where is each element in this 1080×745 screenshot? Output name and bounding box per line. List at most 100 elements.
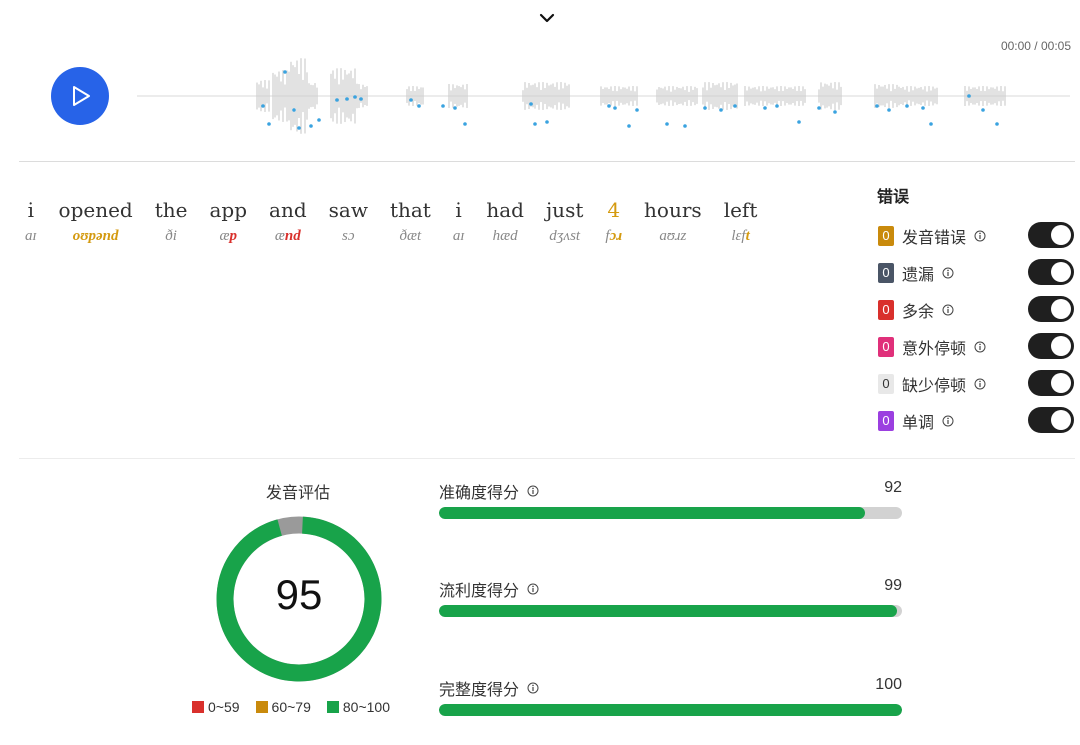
word-text: 4 <box>607 198 621 222</box>
error-toggle[interactable] <box>1028 370 1074 396</box>
error-toggle[interactable] <box>1028 407 1074 433</box>
pitch-dot <box>635 108 639 112</box>
assessment-title: 发音评估 <box>266 485 331 502</box>
info-icon[interactable] <box>527 583 539 595</box>
section-divider <box>19 161 1075 162</box>
word-text: that <box>389 198 431 222</box>
word-item[interactable]: that ðæt <box>390 196 431 248</box>
pitch-dot <box>887 108 891 112</box>
pitch-dot <box>417 104 421 108</box>
word-text: left <box>723 198 758 222</box>
pitch-dot <box>775 104 779 108</box>
pitch-dot <box>309 124 313 128</box>
score-bar-fill <box>439 704 902 716</box>
phoneme-segment: t <box>745 228 750 244</box>
error-count-badge: 0 <box>878 299 894 320</box>
pitch-dot <box>545 120 549 124</box>
word-item[interactable]: the ði <box>155 196 188 248</box>
error-filter-row: 0 遗漏 <box>878 254 1076 291</box>
score-bar-value: 92 <box>884 479 902 496</box>
pitch-dot <box>905 104 909 108</box>
word-text: had <box>486 198 524 222</box>
pitch-dot <box>613 106 617 110</box>
pitch-dot <box>733 104 737 108</box>
word-item[interactable]: i aɪ <box>453 196 465 248</box>
audio-waveform[interactable] <box>137 54 1070 140</box>
error-toggle[interactable] <box>1028 259 1074 285</box>
score-bar-label: 完整度得分 <box>439 682 520 699</box>
error-filter-row: 0 单调 <box>878 402 1076 439</box>
score-bar-label: 流利度得分 <box>439 583 520 600</box>
pitch-dot <box>533 122 537 126</box>
score-bar-fill <box>439 507 865 519</box>
info-icon[interactable] <box>942 415 954 427</box>
word-item[interactable]: saw sɔ <box>329 196 368 248</box>
pitch-dot <box>292 108 296 112</box>
legend-label: 60~79 <box>271 699 311 715</box>
word-item[interactable]: app æp <box>210 196 248 248</box>
error-label: 遗漏 <box>902 266 935 284</box>
pitch-dot <box>335 98 339 102</box>
info-icon[interactable] <box>974 341 986 353</box>
phoneme-segment: nd <box>284 228 301 244</box>
phoneme-segment: æ <box>219 228 230 244</box>
word-item[interactable]: and ænd <box>269 196 307 248</box>
error-filter-list: 0 发音错误 0 遗漏 0 多余 0 意外停顿 0 缺少停顿 0 单调 <box>878 217 1076 439</box>
error-toggle[interactable] <box>1028 296 1074 322</box>
word-text: opened <box>58 198 133 222</box>
phoneme-segment: ðæt <box>399 228 422 244</box>
pitch-dot <box>353 95 357 99</box>
pitch-dot <box>817 106 821 110</box>
score-bar-track <box>439 605 902 617</box>
score-bar-track <box>439 704 902 716</box>
errors-title: 错误 <box>877 189 910 206</box>
info-icon[interactable] <box>942 304 954 316</box>
word-item[interactable]: had hæd <box>486 196 524 248</box>
error-count-badge: 0 <box>878 262 894 283</box>
score-bar-value: 99 <box>884 577 902 594</box>
pitch-dot <box>317 118 321 122</box>
pitch-dot <box>345 97 349 101</box>
pitch-dot <box>921 106 925 110</box>
word-item[interactable]: left lɛft <box>724 196 758 248</box>
word-text: hours <box>644 198 702 222</box>
pitch-dot <box>929 122 933 126</box>
word-phoneme: ðæt <box>400 224 422 248</box>
info-icon[interactable] <box>974 378 986 390</box>
error-toggle[interactable] <box>1028 333 1074 359</box>
legend-label: 0~59 <box>208 699 240 715</box>
error-count-badge: 0 <box>878 336 894 357</box>
collapse-chevron-icon[interactable] <box>537 8 557 28</box>
word-item[interactable]: i aɪ <box>25 196 37 248</box>
word-phoneme: aʊɹz <box>659 224 686 248</box>
word-phoneme: oʊpənd <box>73 224 119 248</box>
word-item[interactable]: just dʒʌst <box>546 196 583 248</box>
pitch-dot <box>875 104 879 108</box>
info-icon[interactable] <box>942 267 954 279</box>
error-toggle[interactable] <box>1028 222 1074 248</box>
word-item[interactable]: opened oʊpənd <box>59 196 133 248</box>
error-label: 意外停顿 <box>902 340 967 358</box>
pitch-dot <box>703 106 707 110</box>
word-phoneme: sɔ <box>342 224 355 248</box>
word-phoneme: hæd <box>493 224 518 248</box>
info-icon[interactable] <box>974 230 986 242</box>
pitch-dot <box>283 70 287 74</box>
word-text: i <box>27 198 34 222</box>
word-item[interactable]: 4 fɔɹ <box>605 196 622 248</box>
word-item[interactable]: hours aʊɹz <box>644 196 702 248</box>
score-bar-track <box>439 507 902 519</box>
info-icon[interactable] <box>527 682 539 694</box>
pitch-dot <box>267 122 271 126</box>
score-bar: 完整度得分 100 <box>439 676 902 716</box>
pitch-dot <box>833 110 837 114</box>
word-phoneme: dʒʌst <box>549 224 580 248</box>
error-label: 多余 <box>902 303 935 321</box>
error-filter-row: 0 发音错误 <box>878 217 1076 254</box>
word-phoneme: ði <box>165 224 177 248</box>
info-icon[interactable] <box>527 485 539 497</box>
play-button[interactable] <box>51 67 109 125</box>
pitch-dot <box>607 104 611 108</box>
pitch-dot <box>665 122 669 126</box>
pitch-dot <box>529 102 533 106</box>
